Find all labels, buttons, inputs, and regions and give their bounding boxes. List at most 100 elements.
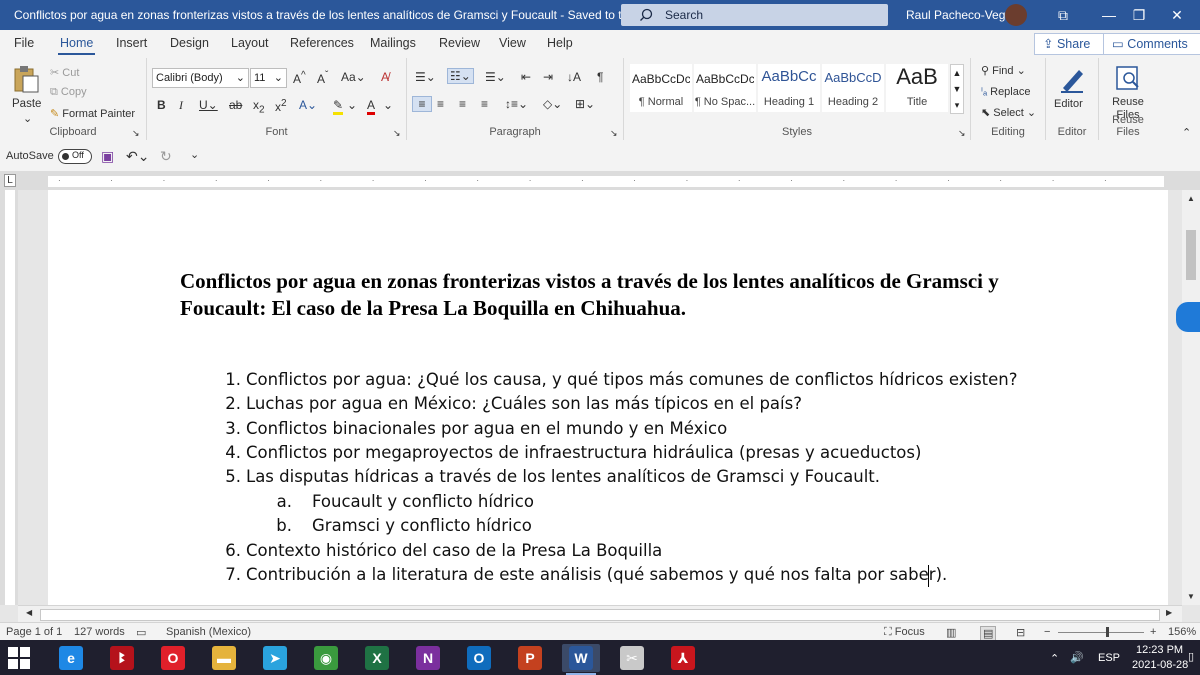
avatar[interactable] bbox=[1005, 4, 1027, 26]
style-no-spacing[interactable]: AaBbCcDc ¶ No Spac... bbox=[694, 64, 756, 112]
zoom-level[interactable]: 156% bbox=[1168, 626, 1196, 638]
tab-review[interactable]: Review bbox=[439, 36, 480, 50]
web-layout-icon[interactable]: ⊟ bbox=[1016, 626, 1025, 639]
dialog-launcher-icon[interactable]: ↘ bbox=[393, 128, 401, 139]
window-title[interactable]: Conflictos por agua en zonas fronterizas… bbox=[14, 8, 670, 22]
chevron-down-icon[interactable]: ⌄ bbox=[383, 98, 393, 112]
tab-home[interactable]: Home bbox=[57, 36, 96, 55]
increase-indent-icon[interactable]: ⇥ bbox=[543, 70, 553, 84]
tab-insert[interactable]: Insert bbox=[116, 36, 147, 50]
show-formatting-icon[interactable]: ¶ bbox=[597, 70, 603, 84]
style-heading-2[interactable]: AaBbCcD Heading 2 bbox=[822, 64, 884, 112]
taskbar-powerpoint-button[interactable]: P bbox=[511, 644, 549, 672]
superscript-icon[interactable]: x2 bbox=[275, 98, 287, 114]
tab-file[interactable]: File bbox=[14, 36, 34, 50]
taskbar-snipping-tool-button[interactable]: ✂ bbox=[613, 644, 651, 672]
horizontal-ruler[interactable]: L · · · · · · · · · · · · · · · · · · · · · bbox=[0, 171, 1200, 190]
chevron-down-icon[interactable]: ⌄ bbox=[23, 112, 32, 125]
copy-button[interactable]: ⧉ Copy bbox=[50, 86, 87, 99]
align-center-icon[interactable]: ≡ bbox=[437, 97, 444, 111]
style-normal[interactable]: AaBbCcDc ¶ Normal bbox=[630, 64, 692, 112]
taskbar-acrobat-button[interactable]: ⅄ bbox=[664, 644, 702, 672]
underline-icon[interactable]: U⌄ bbox=[199, 98, 218, 112]
user-name[interactable]: Raul Pacheco-Vega bbox=[906, 8, 1012, 22]
zoom-slider-thumb[interactable] bbox=[1106, 627, 1109, 637]
tab-design[interactable]: Design bbox=[170, 36, 209, 50]
horizontal-scrollbar[interactable]: ◀ ▶ bbox=[18, 605, 1182, 623]
clock-time[interactable]: 12:23 PM bbox=[1136, 644, 1183, 656]
scroll-down-icon[interactable]: ▼ bbox=[1187, 592, 1195, 601]
scroll-left-icon[interactable]: ◀ bbox=[26, 608, 32, 617]
read-mode-icon[interactable]: ▥ bbox=[946, 626, 956, 639]
clock-date[interactable]: 2021-08-28 bbox=[1132, 659, 1188, 671]
zoom-slider[interactable] bbox=[1058, 632, 1144, 633]
list-item[interactable]: Contexto histórico del caso de la Presa … bbox=[246, 541, 662, 560]
scrollbar-thumb[interactable] bbox=[1186, 230, 1196, 280]
taskbar-telegram-button[interactable]: ➤ bbox=[256, 644, 294, 672]
tab-mailings[interactable]: Mailings bbox=[370, 36, 416, 50]
chevron-down-icon[interactable]: ▼ bbox=[953, 84, 962, 94]
format-painter-button[interactable]: ✎ Format Painter bbox=[50, 107, 135, 120]
shading-icon[interactable]: ◇⌄ bbox=[543, 97, 562, 111]
zoom-out-button[interactable]: − bbox=[1044, 626, 1050, 638]
grow-font-icon[interactable]: A^ bbox=[293, 70, 306, 86]
start-button[interactable] bbox=[8, 647, 30, 672]
taskbar-excel-button[interactable]: X bbox=[358, 644, 396, 672]
language-indicator[interactable]: Spanish (Mexico) bbox=[166, 626, 251, 638]
undo-icon[interactable]: ↶⌄ bbox=[126, 148, 149, 165]
clear-formatting-icon[interactable]: A̸ bbox=[381, 70, 389, 84]
styles-gallery-scroll[interactable]: ▲ ▼ ▾ bbox=[950, 64, 964, 114]
highlight-icon[interactable]: ✎ bbox=[333, 98, 344, 115]
tab-references[interactable]: References bbox=[290, 36, 354, 50]
comments-button[interactable]: ▭ Comments bbox=[1103, 33, 1200, 55]
list-item[interactable]: Conflictos por agua: ¿Qué los causa, y q… bbox=[246, 370, 1018, 389]
chevron-up-icon[interactable]: ▲ bbox=[953, 68, 962, 78]
dialog-launcher-icon[interactable]: ↘ bbox=[132, 128, 140, 139]
align-left-icon[interactable]: ≡ bbox=[412, 96, 432, 112]
collapse-ribbon-icon[interactable]: ⌃ bbox=[1182, 126, 1191, 139]
text-effects-icon[interactable]: A⌄ bbox=[299, 98, 317, 112]
taskbar-file-explorer-button[interactable]: ▬ bbox=[205, 644, 243, 672]
paste-button[interactable]: Paste ⌄ bbox=[8, 62, 44, 126]
taskbar-chrome-button[interactable]: ◉ bbox=[307, 644, 345, 672]
decrease-indent-icon[interactable]: ⇤ bbox=[521, 70, 531, 84]
replace-button[interactable]: ⁱₐ Replace bbox=[981, 85, 1030, 98]
multilevel-list-icon[interactable]: ☰⌄ bbox=[485, 70, 506, 84]
subscript-icon[interactable]: x2 bbox=[253, 98, 265, 115]
shrink-font-icon[interactable]: Aˇ bbox=[317, 70, 328, 86]
focus-button[interactable]: ⛶ Focus bbox=[884, 626, 925, 639]
tray-overflow-icon[interactable]: ⌃ bbox=[1050, 652, 1059, 665]
list-subitem[interactable]: Gramsci y conflicto hídrico bbox=[312, 516, 532, 535]
sort-icon[interactable]: ↓A bbox=[567, 70, 581, 84]
dropbox-icon[interactable] bbox=[1176, 302, 1200, 332]
vertical-scrollbar[interactable]: ▲ ▼ bbox=[1176, 190, 1200, 605]
taskbar-mendeley-button[interactable]: ꔪ bbox=[103, 644, 141, 672]
print-layout-icon[interactable]: ▤ bbox=[980, 626, 997, 641]
numbering-icon[interactable]: ☷⌄ bbox=[447, 68, 474, 84]
list-item[interactable]: Contribución a la literatura de este aná… bbox=[246, 565, 947, 584]
select-button[interactable]: ⬉ Select ⌄ bbox=[981, 106, 1036, 119]
tab-view[interactable]: View bbox=[499, 36, 526, 50]
more-styles-icon[interactable]: ▾ bbox=[955, 100, 960, 110]
line-spacing-icon[interactable]: ↕≡⌄ bbox=[505, 97, 528, 111]
style-title[interactable]: AaB Title bbox=[886, 64, 948, 112]
list-subitem[interactable]: Foucault y conflicto hídrico bbox=[312, 492, 534, 511]
zoom-in-button[interactable]: + bbox=[1150, 626, 1156, 638]
change-case-icon[interactable]: Aa⌄ bbox=[341, 70, 366, 84]
save-icon[interactable]: ▣ bbox=[101, 148, 114, 165]
list-item[interactable]: Conflictos por megaproyectos de infraest… bbox=[246, 443, 921, 462]
taskbar-outlook-button[interactable]: O bbox=[460, 644, 498, 672]
bold-icon[interactable]: B bbox=[157, 98, 166, 112]
customize-qat-icon[interactable]: ⌄ bbox=[190, 148, 199, 161]
list-item[interactable]: Conflictos binacionales por agua en el m… bbox=[246, 419, 727, 438]
document-page[interactable]: Conflictos por agua en zonas fronterizas… bbox=[48, 190, 1168, 605]
scrollbar-track[interactable] bbox=[40, 609, 1160, 621]
share-button[interactable]: ⇪ Share bbox=[1034, 33, 1110, 55]
dialog-launcher-icon[interactable]: ↘ bbox=[610, 128, 618, 139]
taskbar-onenote-button[interactable]: N bbox=[409, 644, 447, 672]
word-count[interactable]: 127 words bbox=[74, 626, 125, 638]
reuse-files-button[interactable]: Reuse Files bbox=[1105, 62, 1151, 122]
justify-icon[interactable]: ≡ bbox=[481, 97, 488, 111]
editor-button[interactable]: Editor bbox=[1052, 62, 1092, 122]
tab-selector-icon[interactable]: L bbox=[4, 174, 16, 187]
